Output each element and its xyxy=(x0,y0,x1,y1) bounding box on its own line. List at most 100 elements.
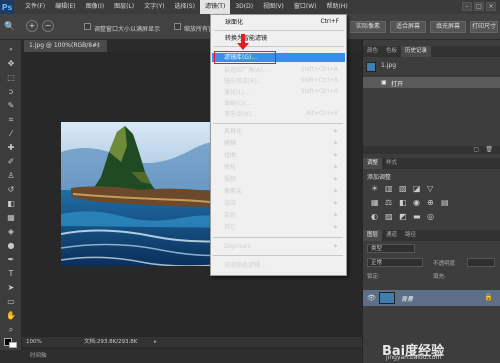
color-lookup-icon[interactable]: ▤ xyxy=(441,198,449,207)
tab-swatches[interactable]: 色板 xyxy=(382,46,401,57)
threshold-icon[interactable]: ◩ xyxy=(399,212,407,221)
path-select-tool-icon[interactable]: ➤ xyxy=(5,282,17,293)
vibrance-icon[interactable]: ▽ xyxy=(427,184,433,193)
opacity-label: 不透明度: xyxy=(433,261,457,267)
hue-saturation-icon[interactable]: ▦ xyxy=(371,198,379,207)
invert-icon[interactable]: ◐ xyxy=(371,212,378,221)
maximize-icon[interactable]: □ xyxy=(474,2,484,11)
zoom-tool-icon[interactable]: 🔍 xyxy=(4,22,15,32)
tab-color[interactable]: 颜色 xyxy=(363,46,382,57)
actual-pixels-button[interactable]: 实际像素 xyxy=(350,21,386,33)
eyedropper-tool-icon[interactable]: ⁄ xyxy=(5,128,17,139)
menu-help[interactable]: 帮助(H) xyxy=(322,0,353,14)
menu-layer[interactable]: 图层(L) xyxy=(109,0,139,14)
new-snapshot-icon[interactable]: ▢ xyxy=(473,146,479,153)
menu-3d[interactable]: 3D(D) xyxy=(230,0,258,14)
zoom-level[interactable]: 100% xyxy=(26,337,42,347)
move-tool-icon[interactable]: ✥ xyxy=(5,58,17,69)
gradient-tool-icon[interactable]: ▦ xyxy=(5,212,17,223)
adjustments-title: 添加调整 xyxy=(367,174,392,181)
tab-channels[interactable]: 通道 xyxy=(382,230,401,241)
crop-tool-icon[interactable]: ⌗ xyxy=(5,114,17,125)
pen-tool-icon[interactable]: ✒ xyxy=(5,254,17,265)
zoom-all-checkbox[interactable] xyxy=(174,23,181,30)
minimize-icon[interactable]: – xyxy=(462,2,472,11)
status-arrow-icon[interactable]: ▸ xyxy=(154,337,157,347)
close-icon[interactable]: × xyxy=(486,2,496,11)
tab-styles[interactable]: 样式 xyxy=(382,158,401,169)
adjustments-panel-tabs: 调整 样式 xyxy=(363,158,500,169)
history-snapshot-row[interactable]: 1.jpg xyxy=(363,58,500,76)
layer-kind-filter[interactable]: 类型 xyxy=(367,244,415,253)
brightness-icon[interactable]: ☀ xyxy=(371,184,378,193)
menu-item-spherize[interactable]: 球面化 Ctrl+F xyxy=(225,18,345,27)
menu-select[interactable]: 选择(S) xyxy=(169,0,200,14)
brush-tool-icon[interactable]: ✐ xyxy=(5,156,17,167)
zoom-in-icon[interactable]: + xyxy=(26,20,38,32)
history-brush-tool-icon[interactable]: ↺ xyxy=(5,184,17,195)
menu-image[interactable]: 图像(I) xyxy=(81,0,109,14)
color-balance-icon[interactable]: ⚖ xyxy=(385,198,392,207)
dodge-tool-icon[interactable]: ● xyxy=(5,240,17,251)
close-document-icon[interactable]: × xyxy=(96,40,101,52)
status-bar: 100% 文档:293.8K/293.8K ▸ xyxy=(22,337,362,347)
type-tool-icon[interactable]: T xyxy=(5,268,17,279)
snapshot-thumbnail xyxy=(366,62,376,72)
history-step-row[interactable]: ▣ 打开 xyxy=(363,77,500,88)
selective-color-icon[interactable]: ◎ xyxy=(427,212,434,221)
menu-edit[interactable]: 编辑(E) xyxy=(50,0,80,14)
timeline-bar[interactable]: 时间轴 xyxy=(0,350,362,363)
photo-filter-icon[interactable]: ◉ xyxy=(413,198,420,207)
posterize-icon[interactable]: ▨ xyxy=(385,212,393,221)
layer-row-background[interactable]: 👁 背景 🔒 xyxy=(363,290,500,306)
trash-icon[interactable]: 🗑 xyxy=(485,146,493,153)
zoom-out-icon[interactable]: − xyxy=(42,20,54,32)
snapshot-label: 1.jpg xyxy=(381,62,397,69)
background-color-swatch[interactable] xyxy=(9,342,17,348)
menu-type[interactable]: 文字(Y) xyxy=(139,0,169,14)
exposure-icon[interactable]: ◪ xyxy=(413,184,421,193)
tab-history[interactable]: 历史记录 xyxy=(401,46,432,57)
adjustment-icons: ☀ ▥ ▧ ◪ ▽ ▦ ⚖ ◧ ◉ ⊕ ▤ ◐ ▨ ◩ ▬ ◎ xyxy=(371,184,491,224)
resize-windows-checkbox[interactable] xyxy=(84,23,91,30)
clone-stamp-tool-icon[interactable]: ♙ xyxy=(5,170,17,181)
gradient-map-icon[interactable]: ▬ xyxy=(413,212,421,221)
menu-file[interactable]: 文件(F) xyxy=(20,0,50,14)
tab-adjustments[interactable]: 调整 xyxy=(363,158,383,169)
history-footer: ▢ 🗑 xyxy=(363,146,500,154)
menu-bar: Ps 文件(F) 编辑(E) 图像(I) 图层(L) 文字(Y) 选择(S) 滤… xyxy=(0,0,500,14)
healing-brush-tool-icon[interactable]: ✚ xyxy=(5,142,17,153)
eye-icon[interactable]: 👁 xyxy=(367,294,376,302)
tab-layers[interactable]: 图层 xyxy=(363,230,383,241)
photoshop-logo: Ps xyxy=(0,0,14,14)
blend-mode-select[interactable]: 正常 xyxy=(367,258,423,267)
lock-icon: 🔒 xyxy=(484,293,493,301)
hand-tool-icon[interactable]: ✋ xyxy=(5,310,17,321)
shape-tool-icon[interactable]: ▭ xyxy=(5,296,17,307)
print-size-button[interactable]: 打印尺寸 xyxy=(470,21,498,33)
eraser-tool-icon[interactable]: ◧ xyxy=(5,198,17,209)
quick-select-tool-icon[interactable]: ✎ xyxy=(5,100,17,111)
opacity-field[interactable] xyxy=(467,258,495,267)
menu-view[interactable]: 视图(V) xyxy=(258,0,289,14)
levels-icon[interactable]: ▥ xyxy=(385,184,393,193)
collapse-arrows-icon[interactable]: » xyxy=(5,44,17,55)
tab-paths[interactable]: 路径 xyxy=(401,230,420,241)
document-tab[interactable]: 1.jpg @ 100%(RGB/8#) × xyxy=(24,40,108,52)
lasso-tool-icon[interactable]: ↄ xyxy=(5,86,17,97)
marquee-tool-icon[interactable]: ⬚ xyxy=(5,72,17,83)
layer-kind-label: 类型 xyxy=(371,246,383,252)
menu-window[interactable]: 窗口(W) xyxy=(289,0,322,14)
black-white-icon[interactable]: ◧ xyxy=(399,198,407,207)
layer-name[interactable]: 背景 xyxy=(401,294,413,303)
menu-filter[interactable]: 滤镜(T) xyxy=(199,0,231,14)
shortcut: Ctrl+F xyxy=(320,19,339,25)
fit-screen-button[interactable]: 适合屏幕 xyxy=(390,21,426,33)
blend-mode-value: 正常 xyxy=(371,260,383,266)
channel-mixer-icon[interactable]: ⊕ xyxy=(427,198,434,207)
zoom-tool-icon[interactable]: ⌕ xyxy=(5,324,17,335)
fill-screen-button[interactable]: 填充屏幕 xyxy=(430,21,466,33)
blur-tool-icon[interactable]: ◈ xyxy=(5,226,17,237)
curves-icon[interactable]: ▧ xyxy=(399,184,407,193)
menu-item-spherize-label: 球面化 xyxy=(225,19,244,26)
